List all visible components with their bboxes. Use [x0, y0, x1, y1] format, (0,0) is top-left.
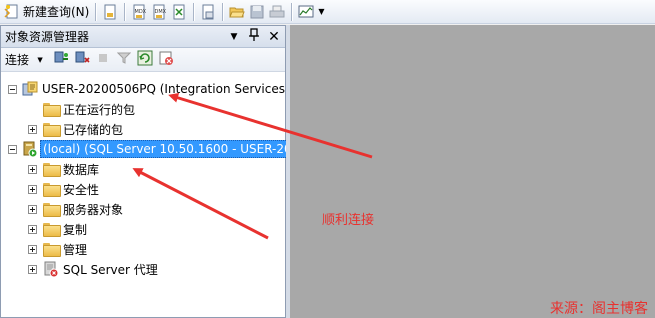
running-packages-label: 正在运行的包 — [63, 102, 136, 117]
monitor-chart-icon — [298, 4, 314, 20]
object-explorer-panel: 对象资源管理器 ▼ ✕ 连接 ▼ USER-20200506PQ (Integr… — [0, 25, 303, 318]
tree-node-server-objects[interactable]: 服务器对象 — [28, 200, 123, 218]
folder-icon — [43, 163, 61, 177]
integration-services-icon — [22, 81, 38, 97]
database-engine-query-button[interactable] — [100, 2, 120, 22]
server-objects-label: 服务器对象 — [63, 202, 124, 217]
folder-icon — [43, 103, 61, 117]
chevron-down-icon: ▼ — [318, 7, 325, 16]
print-button[interactable] — [267, 2, 287, 22]
auto-hide-button[interactable] — [245, 28, 263, 46]
tree-node-stored-packages[interactable]: 已存储的包 — [28, 120, 123, 138]
new-query-button[interactable]: 新建查询(N) — [2, 2, 91, 22]
sql-server-label: (local) (SQL Server 10.50.1600 - USER-20… — [40, 140, 303, 158]
folder-icon — [43, 243, 61, 257]
new-query-label: 新建查询(N) — [23, 5, 90, 19]
tree-node-integration-services[interactable]: USER-20200506PQ (Integration Services 1 — [8, 80, 296, 98]
chevron-down-icon: ▼ — [230, 31, 238, 42]
print-icon — [269, 4, 285, 20]
integration-services-label: USER-20200506PQ (Integration Services 1 — [42, 82, 297, 96]
tree-node-databases[interactable]: 数据库 — [28, 160, 99, 178]
object-explorer-toolbar: 连接 ▼ — [1, 48, 285, 72]
collapse-toggle[interactable] — [8, 144, 17, 154]
new-query-icon — [4, 4, 20, 20]
mdx-icon: MDX — [131, 4, 147, 20]
disconnect-button[interactable] — [72, 51, 92, 69]
folder-icon — [43, 223, 61, 237]
chevron-down-icon: ▼ — [37, 55, 43, 64]
expand-toggle[interactable] — [28, 204, 37, 214]
document-icon — [102, 4, 118, 20]
collapse-toggle[interactable] — [8, 84, 17, 94]
activity-monitor-icon — [158, 50, 174, 69]
open-folder-icon — [229, 4, 246, 20]
window-position-button[interactable]: ▼ — [225, 28, 243, 46]
sql-agent-icon — [43, 261, 59, 278]
activity-monitor-button[interactable] — [156, 51, 176, 69]
document-workspace — [290, 25, 655, 318]
activity-monitor-button[interactable] — [296, 2, 316, 22]
sql-server-icon — [22, 141, 38, 158]
tree-node-security[interactable]: 安全性 — [28, 180, 99, 198]
connect-dropdown[interactable]: ▼ — [30, 51, 50, 69]
source-watermark: 来源：阁主博客 — [550, 301, 648, 317]
sql-agent-label: SQL Server 代理 — [63, 262, 158, 277]
folder-icon — [43, 203, 61, 217]
dmx-icon: DMX — [151, 4, 167, 20]
save-icon — [249, 4, 265, 20]
svg-text:MDX: MDX — [135, 9, 147, 15]
expand-toggle[interactable] — [28, 244, 37, 254]
connect-server-icon — [53, 50, 69, 69]
object-explorer-title: 对象资源管理器 — [5, 30, 90, 44]
connect-server-button[interactable] — [51, 51, 71, 69]
replication-label: 复制 — [63, 222, 88, 237]
stop-button[interactable] — [93, 51, 113, 69]
expand-toggle[interactable] — [28, 124, 37, 134]
document-icon — [200, 4, 216, 20]
compact-query-button[interactable] — [198, 2, 218, 22]
folder-icon — [43, 183, 61, 197]
management-label: 管理 — [63, 242, 88, 257]
refresh-button[interactable] — [135, 50, 155, 69]
tree-node-replication[interactable]: 复制 — [28, 220, 87, 238]
stop-icon — [97, 52, 109, 67]
refresh-icon — [137, 50, 153, 69]
tree-node-sql-agent[interactable]: SQL Server 代理 — [28, 260, 158, 278]
close-panel-button[interactable]: ✕ — [265, 28, 283, 46]
annotation-note: 顺利连接 — [322, 213, 375, 228]
toolbar-overflow-button[interactable]: ▼ — [316, 2, 326, 22]
security-label: 安全性 — [63, 182, 100, 197]
tree-node-management[interactable]: 管理 — [28, 240, 87, 258]
toolbar-separator — [193, 2, 195, 21]
connect-button[interactable]: 连接 — [5, 51, 29, 68]
disconnect-icon — [74, 50, 90, 69]
save-button[interactable] — [247, 2, 267, 22]
tree-node-running-packages[interactable]: 正在运行的包 — [28, 100, 135, 118]
dmx-query-button[interactable]: DMX — [149, 2, 169, 22]
expand-toggle[interactable] — [28, 164, 37, 174]
object-explorer-header: 对象资源管理器 ▼ ✕ — [1, 26, 285, 48]
filter-icon — [116, 51, 132, 68]
filter-button[interactable] — [114, 51, 134, 69]
xmla-icon — [171, 4, 187, 20]
toolbar-separator — [291, 2, 293, 21]
expand-toggle[interactable] — [28, 184, 37, 194]
toolbar-separator — [222, 2, 224, 21]
stored-packages-label: 已存储的包 — [63, 122, 124, 137]
open-file-button[interactable] — [227, 2, 247, 22]
tree-node-sql-server[interactable]: (local) (SQL Server 10.50.1600 - USER-20… — [8, 140, 303, 158]
main-toolbar: 新建查询(N) MDX DMX ▼ — [0, 0, 655, 24]
expand-toggle[interactable] — [28, 264, 37, 274]
expand-toggle[interactable] — [28, 224, 37, 234]
toolbar-separator — [95, 2, 97, 21]
toolbar-separator — [124, 2, 126, 21]
xmla-query-button[interactable] — [169, 2, 189, 22]
pin-icon — [248, 28, 260, 45]
folder-icon — [43, 123, 61, 137]
svg-text:DMX: DMX — [155, 9, 167, 15]
close-icon: ✕ — [268, 28, 280, 45]
mdx-query-button[interactable]: MDX — [129, 2, 149, 22]
databases-label: 数据库 — [63, 162, 100, 177]
